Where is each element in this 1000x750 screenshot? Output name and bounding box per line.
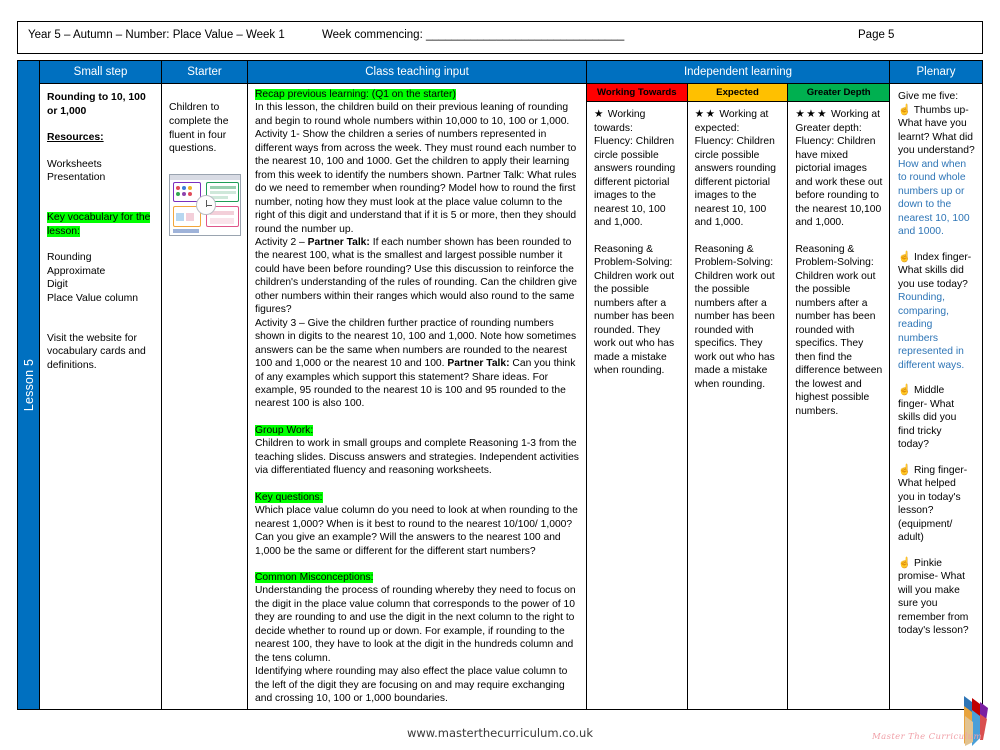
header-independent-learning: Independent learning bbox=[587, 61, 889, 84]
column-small-step: Small step Rounding to 10, 100 or 1,000 … bbox=[40, 61, 162, 709]
band-0-fluency: Fluency: Children circle possible answer… bbox=[594, 136, 676, 228]
band-greater-depth: Greater Depth ★★★ Working at Greater dep… bbox=[788, 84, 889, 709]
cell-class-teaching-input: Recap previous learning: (Q1 on the star… bbox=[248, 84, 586, 709]
starter-text: Children to complete the fluent in four … bbox=[169, 102, 229, 155]
column-independent-learning: Independent learning Working Towards ★ W… bbox=[587, 61, 890, 709]
band-expected: Expected ★★ Working at expected: Fluency… bbox=[687, 84, 789, 709]
header-small-step: Small step bbox=[40, 61, 161, 84]
misconceptions-body-1: Understanding the process of rounding wh… bbox=[255, 585, 576, 664]
star-rating-icon: ★★ bbox=[694, 108, 717, 120]
band-0-title: ★ Working towards: bbox=[594, 108, 646, 134]
key-vocabulary-label: Key vocabulary for the lesson: bbox=[47, 211, 151, 237]
band-2-fluency: Fluency: Children have mixed pictorial i… bbox=[795, 136, 883, 228]
misconceptions-body-2: Identifying where rounding may also effe… bbox=[255, 666, 568, 705]
band-label-working-towards: Working Towards bbox=[587, 84, 687, 102]
document-title-bar: Year 5 – Autumn – Number: Place Value – … bbox=[17, 21, 983, 54]
page-number: Page 5 bbox=[858, 29, 895, 41]
header-plenary: Plenary bbox=[890, 61, 982, 84]
small-step-title: Rounding to 10, 100 or 1,000 bbox=[47, 92, 146, 117]
plenary-item-0: ☝ Thumbs up- What have you learnt? What … bbox=[898, 103, 975, 238]
hand-icon: ☝ bbox=[898, 250, 912, 263]
page-title: Year 5 – Autumn – Number: Place Value – … bbox=[28, 29, 285, 41]
key-questions-body: Which place value column do you need to … bbox=[255, 505, 578, 557]
plenary-intro: Give me five: bbox=[898, 91, 959, 102]
resources-label: Resources: bbox=[47, 132, 104, 144]
column-starter: Starter Children to complete the fluent … bbox=[162, 61, 248, 709]
band-1-title: ★★ Working at expected: bbox=[694, 108, 769, 134]
star-rating-icon: ★★★ bbox=[795, 108, 829, 120]
plenary-item-4: ☝ Pinkie promise- What will you make sur… bbox=[898, 556, 969, 637]
band-label-expected: Expected bbox=[687, 84, 788, 102]
website-note: Visit the website for vocabulary cards a… bbox=[47, 332, 146, 371]
cell-plenary: Give me five: ☝ Thumbs up- What have you… bbox=[890, 84, 982, 709]
week-commencing-field[interactable]: Week commencing: _______________________… bbox=[322, 29, 624, 41]
recap-label: Recap previous learning: (Q1 on the star… bbox=[255, 89, 456, 100]
group-work-label: Group Work: bbox=[255, 424, 314, 436]
key-questions-label: Key questions: bbox=[255, 491, 323, 503]
lesson-plan-table: Lesson 5 Small step Rounding to 10, 100 … bbox=[17, 60, 983, 710]
header-starter: Starter bbox=[162, 61, 247, 84]
plenary-item-3: ☝ Ring finger- What helped you in today'… bbox=[898, 463, 968, 544]
column-plenary: Plenary Give me five: ☝ Thumbs up- What … bbox=[890, 61, 982, 709]
star-rating-icon: ★ bbox=[594, 108, 605, 120]
band-0-reasoning: Reasoning & Problem-Solving: Children wo… bbox=[594, 243, 675, 377]
band-label-greater-depth: Greater Depth bbox=[788, 84, 889, 102]
header-class-teaching-input: Class teaching input bbox=[248, 61, 586, 84]
hand-icon: ☝ bbox=[898, 556, 912, 569]
cell-starter: Children to complete the fluent in four … bbox=[162, 84, 247, 709]
group-work-body: Children to work in small groups and com… bbox=[255, 438, 579, 477]
resources-list: Worksheets Presentation bbox=[47, 158, 106, 184]
logo-tagline: Master The Curriculum bbox=[872, 732, 982, 742]
activity-2: Activity 2 – Partner Talk: If each numbe… bbox=[255, 236, 577, 316]
misconceptions-label: Common Misconceptions: bbox=[255, 571, 374, 583]
band-1-fluency: Fluency: Children circle possible answer… bbox=[694, 136, 776, 228]
cell-small-step: Rounding to 10, 100 or 1,000 Resources: … bbox=[40, 84, 161, 709]
hand-icon: ☝ bbox=[898, 463, 912, 476]
band-working-towards: Working Towards ★ Working towards: Fluen… bbox=[587, 84, 688, 709]
lesson-plan-page: Year 5 – Autumn – Number: Place Value – … bbox=[0, 0, 1000, 750]
recap-body: In this lesson, the children build on th… bbox=[255, 102, 570, 127]
plenary-item-1: ☝ Index finger- What skills did you use … bbox=[898, 250, 972, 371]
cell-independent-learning: Working Towards ★ Working towards: Fluen… bbox=[587, 84, 889, 709]
hand-icon: ☝ bbox=[898, 384, 912, 396]
starter-slide-thumbnail[interactable] bbox=[169, 173, 241, 236]
footer-website-url[interactable]: www.masterthecurriculum.co.uk bbox=[0, 726, 1000, 740]
pencil-logo: Master The Curriculum bbox=[872, 696, 992, 748]
clock-icon bbox=[196, 194, 216, 215]
hand-icon: ☝ bbox=[898, 103, 912, 116]
activity-1: Activity 1- Show the children a series o… bbox=[255, 129, 577, 235]
activity-3: Activity 3 – Give the children further p… bbox=[255, 317, 577, 410]
band-2-title: ★★★ Working at Greater depth: bbox=[795, 108, 880, 134]
lesson-spine: Lesson 5 bbox=[18, 61, 40, 709]
plenary-item-2: ☝ Middle finger- What skills did you fin… bbox=[898, 384, 957, 450]
vocabulary-list: Rounding Approximate Digit Place Value c… bbox=[47, 252, 139, 304]
band-1-reasoning: Reasoning & Problem-Solving: Children wo… bbox=[694, 243, 775, 390]
column-class-teaching-input: Class teaching input Recap previous lear… bbox=[248, 61, 587, 709]
band-2-reasoning: Reasoning & Problem-Solving: Children wo… bbox=[795, 243, 883, 417]
lesson-number-label: Lesson 5 bbox=[21, 358, 36, 412]
